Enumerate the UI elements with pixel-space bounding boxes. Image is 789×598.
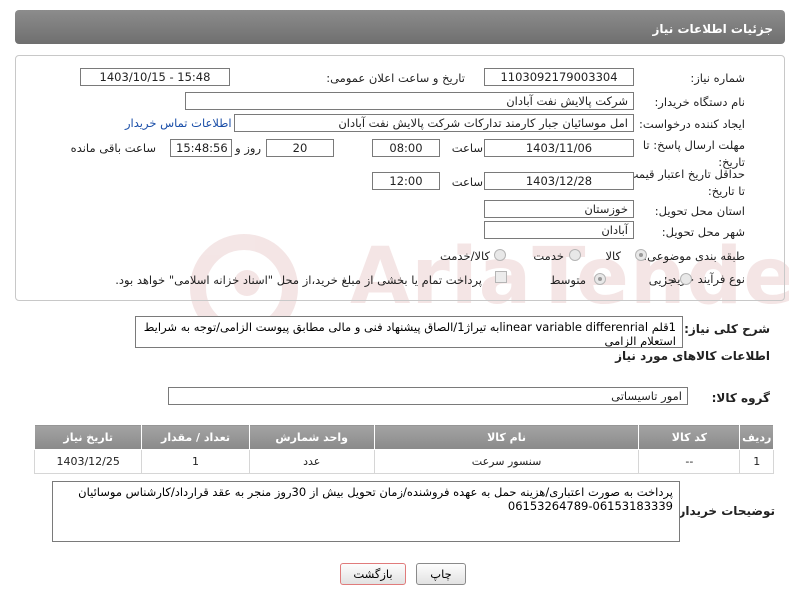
column-header-need-date: تاریخ نیاز	[33, 424, 143, 450]
city-label: شهر محل تحویل:	[661, 225, 745, 239]
city-field[interactable]: آبادان	[484, 221, 634, 239]
column-header-item-name: نام کالا	[373, 424, 640, 450]
page-header: جزئیات اطلاعات نیاز	[15, 10, 785, 44]
announce-date-field[interactable]: 1403/10/15 - 15:48	[80, 68, 230, 86]
buyer-notes-label: توضیحات خریدار:	[673, 504, 775, 518]
price-validity-label: حداقل تاریخ اعتبار قیمت: تا تاریخ:	[623, 167, 745, 198]
remaining-days-field[interactable]: 20	[266, 139, 334, 157]
column-header-item-code: کد کالا	[638, 424, 741, 450]
announce-date-label: تاریخ و ساعت اعلان عمومی:	[326, 71, 465, 85]
province-label: استان محل تحویل:	[654, 204, 745, 218]
column-header-quantity: تعداد / مقدار	[141, 424, 250, 450]
category-radio-both[interactable]	[494, 249, 506, 261]
cell-unit: عدد	[248, 449, 375, 474]
goods-table: ردیف کد کالا نام کالا واحد شمارش تعداد /…	[33, 424, 774, 474]
purchase-option-minor: جزیی	[648, 273, 675, 287]
remaining-time-label: ساعت باقی مانده	[70, 141, 156, 155]
reply-deadline-time-label: ساعت	[451, 141, 483, 155]
purchase-option-medium: متوسط	[549, 273, 586, 287]
cell-item-code: --	[638, 449, 741, 474]
category-option-goods: کالا	[605, 249, 621, 263]
category-option-service: خدمت	[533, 249, 564, 263]
reply-deadline-time-field[interactable]: 08:00	[372, 139, 440, 157]
goods-table-header: ردیف کد کالا نام کالا واحد شمارش تعداد /…	[33, 424, 774, 450]
purchase-radio-minor[interactable]	[680, 273, 692, 285]
cell-row-number: 1	[739, 449, 774, 474]
province-field[interactable]: خوزستان	[484, 200, 634, 218]
days-label: روز و	[235, 141, 261, 155]
category-option-both: کالا/خدمت	[439, 249, 490, 263]
category-label: طبقه بندی موضوعی:	[643, 249, 745, 263]
price-validity-date-field[interactable]: 1403/12/28	[484, 172, 634, 190]
table-row[interactable]: 1 -- سنسور سرعت عدد 1 1403/12/25	[33, 449, 774, 474]
treasury-payment-checkbox[interactable]	[495, 271, 507, 283]
buyer-org-field[interactable]: شرکت پالایش نفت آبادان	[185, 92, 634, 110]
buyer-contact-link[interactable]: اطلاعات تماس خریدار	[125, 116, 232, 130]
need-summary-field[interactable]: 1قلم linear variable differenrialبه تیرا…	[135, 316, 683, 348]
need-number-field[interactable]: 1103092179003304	[484, 68, 634, 86]
price-validity-time-field[interactable]: 12:00	[372, 172, 440, 190]
goods-group-field[interactable]: امور تاسیساتی	[168, 387, 688, 405]
price-validity-time-label: ساعت	[451, 175, 483, 189]
column-header-row-number: ردیف	[739, 424, 774, 450]
column-header-unit: واحد شمارش	[248, 424, 375, 450]
cell-need-date: 1403/12/25	[33, 449, 143, 474]
cell-item-name: سنسور سرعت	[373, 449, 640, 474]
print-button[interactable]: چاپ	[416, 563, 466, 585]
buyer-org-label: نام دستگاه خریدار:	[654, 95, 745, 109]
buyer-notes-field[interactable]: پرداخت به صورت اعتباری/هزینه حمل به عهده…	[52, 481, 680, 542]
remaining-time-field[interactable]: 15:48:56	[170, 139, 232, 157]
back-button[interactable]: بازگشت	[340, 563, 406, 585]
requester-field[interactable]: امل موسائیان جبار کارمند تدارکات شرکت پا…	[234, 114, 634, 132]
page-title: جزئیات اطلاعات نیاز	[652, 22, 773, 36]
category-radio-service[interactable]	[569, 249, 581, 261]
cell-quantity: 1	[141, 449, 250, 474]
reply-deadline-date-field[interactable]: 1403/11/06	[484, 139, 634, 157]
goods-group-label: گروه کالا:	[711, 391, 770, 405]
purchase-type-label: نوع فرآیند خرید :	[663, 272, 745, 286]
category-radio-goods[interactable]	[635, 249, 647, 261]
need-number-label: شماره نیاز:	[690, 71, 745, 85]
requester-label: ایجاد کننده درخواست:	[639, 117, 745, 131]
treasury-payment-note: پرداخت تمام یا بخشی از مبلغ خرید،از محل …	[115, 273, 482, 287]
goods-info-title: اطلاعات کالاهای مورد نیاز	[615, 349, 770, 363]
need-summary-label: شرح کلی نیاز:	[684, 322, 770, 336]
purchase-radio-medium[interactable]	[594, 273, 606, 285]
